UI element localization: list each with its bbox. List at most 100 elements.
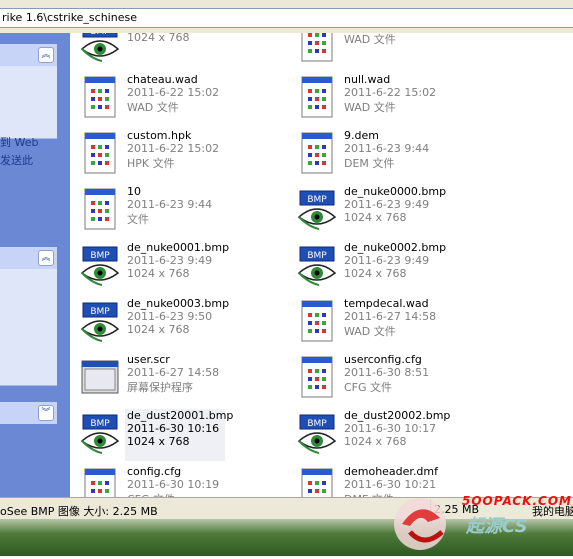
chevron-down-icon[interactable]: ︾ bbox=[38, 405, 54, 421]
file-name: de_dust20002.bmp bbox=[344, 409, 451, 422]
file-detail: 1024 x 768 bbox=[344, 435, 407, 448]
file-detail: WAD 文件 bbox=[344, 33, 396, 46]
file-name: de_nuke0000.bmp bbox=[344, 185, 447, 198]
file-item[interactable]: BMP de_nuke0003.bmp 2011-6-23 9:50 1024 x 7… bbox=[75, 297, 285, 349]
task-pane-header-3[interactable]: ︾ bbox=[0, 402, 57, 424]
watermark-text: 5OOPACK.COM bbox=[462, 494, 572, 508]
file-item[interactable]: BMP de_nuke0002.bmp 2011-6-23 9:49 1024 x 7… bbox=[292, 241, 502, 293]
bmp-eye-icon: BMP bbox=[297, 414, 337, 454]
file-detail: 1024 x 768 bbox=[344, 267, 407, 280]
file-detail: 2011-6-30 10:19 bbox=[127, 478, 220, 491]
screensaver-icon bbox=[81, 360, 119, 394]
file-name: custom.hpk bbox=[127, 129, 192, 142]
document-icon bbox=[301, 300, 333, 342]
file-detail: WAD 文件 bbox=[344, 101, 396, 114]
address-bar: rike 1.6\cstrike_schinese bbox=[0, 0, 573, 33]
svg-text:BMP: BMP bbox=[307, 195, 327, 205]
file-item[interactable]: BMP de_dust20001.bmp 2011-6-30 10:16 1024 x… bbox=[75, 409, 285, 461]
task-link-web[interactable]: 到 Web bbox=[0, 134, 38, 150]
file-detail: 2011-6-23 9:49 bbox=[344, 198, 430, 211]
file-detail: HPK 文件 bbox=[127, 157, 175, 170]
address-path: rike 1.6\cstrike_schinese bbox=[2, 11, 137, 24]
task-pane-header-1[interactable]: ︽ bbox=[0, 44, 57, 66]
bmp-eye-icon: BMP bbox=[80, 246, 120, 286]
file-item[interactable]: userconfig.cfg 2011-6-30 8:51 CFG 文件 bbox=[292, 353, 502, 405]
document-icon bbox=[84, 132, 116, 174]
chevron-up-icon[interactable]: ︽ bbox=[38, 47, 54, 63]
task-link-send[interactable]: 发送此 bbox=[0, 152, 33, 168]
file-detail: 2011-6-30 10:17 bbox=[344, 422, 437, 435]
file-name: user.scr bbox=[127, 353, 170, 366]
status-text: oSee BMP 图像 大小: 2.25 MB bbox=[0, 505, 158, 518]
file-detail: WAD 文件 bbox=[127, 101, 179, 114]
svg-text:BMP: BMP bbox=[90, 33, 110, 37]
file-name: de_nuke0002.bmp bbox=[344, 241, 447, 254]
file-name: de_nuke0001.bmp bbox=[127, 241, 230, 254]
document-icon bbox=[301, 76, 333, 118]
file-item[interactable]: user.scr 2011-6-27 14:58 屏幕保护程序 bbox=[75, 353, 285, 405]
file-list: BMP1024 x 768WAD 文件chateau.wad2011-6-22 … bbox=[70, 33, 573, 497]
bmp-eye-icon: BMP bbox=[297, 246, 337, 286]
file-name: chateau.wad bbox=[127, 73, 198, 86]
file-detail: 2011-6-23 9:49 bbox=[127, 254, 213, 267]
file-detail: DEM 文件 bbox=[344, 157, 395, 170]
document-icon bbox=[84, 468, 116, 497]
file-detail: 2011-6-22 15:02 bbox=[344, 86, 437, 99]
file-item[interactable]: null.wad 2011-6-22 15:02 WAD 文件 bbox=[292, 73, 502, 125]
address-input[interactable]: rike 1.6\cstrike_schinese bbox=[0, 8, 573, 28]
document-icon bbox=[301, 132, 333, 174]
file-detail: 2011-6-27 14:58 bbox=[127, 366, 220, 379]
bmp-eye-icon: BMP bbox=[80, 414, 120, 454]
document-icon bbox=[84, 188, 116, 230]
file-name: null.wad bbox=[344, 73, 391, 86]
bmp-eye-icon: BMP bbox=[80, 302, 120, 342]
file-name: 10 bbox=[127, 185, 141, 198]
file-name: demoheader.dmf bbox=[344, 465, 439, 478]
file-detail: 2011-6-23 9:44 bbox=[344, 142, 430, 155]
file-detail: 2011-6-27 14:58 bbox=[344, 310, 437, 323]
document-icon bbox=[301, 468, 333, 497]
file-item[interactable]: tempdecal.wad 2011-6-27 14:58 WAD 文件 bbox=[292, 297, 502, 349]
file-item[interactable]: BMP 1024 x 768 bbox=[75, 33, 285, 69]
svg-text:BMP: BMP bbox=[307, 419, 327, 429]
file-detail: 1024 x 768 bbox=[127, 33, 190, 44]
file-item[interactable]: BMP de_nuke0000.bmp 2011-6-23 9:49 1024 x 7… bbox=[292, 185, 502, 237]
file-item[interactable]: chateau.wad 2011-6-22 15:02 WAD 文件 bbox=[75, 73, 285, 125]
file-name: tempdecal.wad bbox=[344, 297, 429, 310]
file-name: userconfig.cfg bbox=[344, 353, 422, 366]
file-detail: CFG 文件 bbox=[344, 381, 393, 394]
watermark: 5OOPACK.COM 起源CS bbox=[380, 488, 573, 556]
file-item[interactable]: 9.dem 2011-6-23 9:44 DEM 文件 bbox=[292, 129, 502, 181]
document-icon bbox=[84, 76, 116, 118]
file-detail: 2011-6-23 9:44 bbox=[127, 198, 213, 211]
file-detail: WAD 文件 bbox=[344, 325, 396, 338]
svg-text:BMP: BMP bbox=[90, 251, 110, 261]
file-detail: 文件 bbox=[127, 213, 149, 226]
bmp-eye-icon: BMP bbox=[297, 190, 337, 230]
file-item[interactable]: BMP de_dust20002.bmp 2011-6-30 10:17 1024 x… bbox=[292, 409, 502, 461]
document-icon bbox=[301, 33, 333, 62]
file-detail: 2011-6-23 9:50 bbox=[127, 310, 213, 323]
file-item[interactable]: custom.hpk 2011-6-22 15:02 HPK 文件 bbox=[75, 129, 285, 181]
file-item[interactable]: config.cfg2011-6-30 10:19CFG 文件 bbox=[75, 465, 285, 497]
svg-text:BMP: BMP bbox=[90, 307, 110, 317]
chevron-up-icon[interactable]: ︽ bbox=[38, 250, 54, 266]
document-icon bbox=[301, 356, 333, 398]
svg-text:BMP: BMP bbox=[90, 419, 110, 429]
file-detail: 2011-6-22 15:02 bbox=[127, 86, 220, 99]
file-item[interactable]: BMP de_nuke0001.bmp 2011-6-23 9:49 1024 x 7… bbox=[75, 241, 285, 293]
file-item[interactable]: WAD 文件 bbox=[292, 33, 502, 69]
file-name: de_dust20001.bmp bbox=[127, 409, 234, 422]
task-pane-body-1: 到 Web 发送此 bbox=[0, 66, 57, 167]
task-pane-body-2 bbox=[0, 269, 57, 386]
watermark-text-cn: 起源CS bbox=[466, 516, 528, 537]
file-detail: 2011-6-23 9:49 bbox=[344, 254, 430, 267]
file-detail: 2011-6-22 15:02 bbox=[127, 142, 220, 155]
file-name: 9.dem bbox=[344, 129, 379, 142]
file-detail: 2011-6-30 8:51 bbox=[344, 366, 430, 379]
file-item[interactable]: 10 2011-6-23 9:44 文件 bbox=[75, 185, 285, 237]
file-detail: 1024 x 768 bbox=[127, 267, 190, 280]
file-detail: 1024 x 768 bbox=[344, 211, 407, 224]
file-name: config.cfg bbox=[127, 465, 182, 478]
task-pane-header-2[interactable]: ︽ bbox=[0, 247, 57, 269]
